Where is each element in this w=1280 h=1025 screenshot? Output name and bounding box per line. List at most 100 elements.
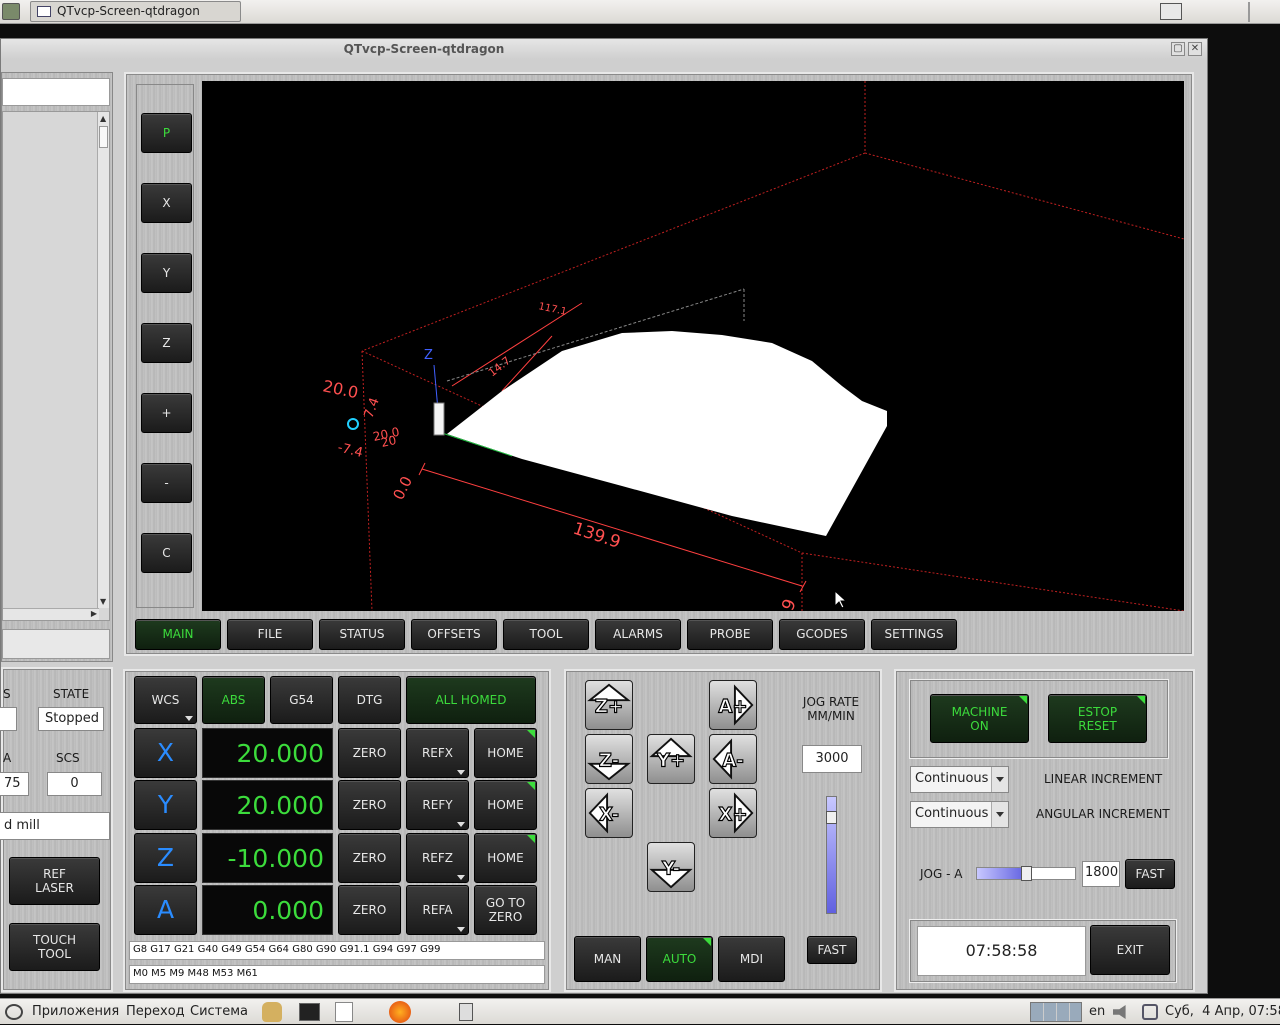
axis-x-button[interactable]: X	[134, 728, 197, 778]
ref-x-button[interactable]: REFX	[406, 728, 469, 778]
menu-logo-icon[interactable]	[5, 1004, 23, 1020]
jog-zp-button[interactable]: Z+	[585, 680, 633, 730]
tab-offsets[interactable]: OFFSETS	[411, 619, 497, 650]
s-field	[0, 707, 17, 731]
ref-y-button[interactable]: REFY	[406, 780, 469, 830]
restore-icon[interactable]: ▢	[1171, 42, 1185, 56]
ref-z-button[interactable]: REFZ	[406, 833, 469, 883]
tab-file[interactable]: FILE	[227, 619, 313, 650]
all-homed-indicator: ALL HOMED	[406, 676, 536, 724]
tab-settings[interactable]: SETTINGS	[871, 619, 957, 650]
zero-x-button[interactable]: ZERO	[338, 728, 401, 778]
jog-a-fast-button[interactable]: FAST	[1125, 859, 1175, 889]
tab-status[interactable]: STATUS	[319, 619, 405, 650]
view-button-0[interactable]: P	[141, 113, 192, 153]
bottom-menu-2[interactable]: Система	[190, 999, 248, 1025]
file-path-field[interactable]	[2, 78, 110, 106]
scroll-thumb[interactable]	[99, 126, 108, 148]
vertical-scrollbar[interactable]: ▲ ▼	[97, 112, 109, 608]
abs-button[interactable]: ABS	[202, 676, 265, 724]
zero-a-button[interactable]: ZERO	[338, 885, 401, 935]
tab-main[interactable]: MAIN	[135, 619, 221, 650]
axis-y-button[interactable]: Y	[134, 780, 197, 830]
exit-button[interactable]: EXIT	[1090, 925, 1170, 975]
show-desktop-icon[interactable]	[1160, 3, 1182, 20]
bottom-menu-0[interactable]: Приложения	[32, 999, 119, 1025]
jog-arrow-icon: X-	[588, 792, 620, 834]
jog-rate-field[interactable]: 3000	[802, 745, 862, 773]
jog-am-button[interactable]: A-	[709, 734, 757, 784]
tab-alarms[interactable]: ALARMS	[595, 619, 681, 650]
firefox-icon[interactable]	[389, 1001, 411, 1023]
home-x-button[interactable]: HOME	[474, 728, 537, 778]
linux-penguin-icon[interactable]	[262, 1002, 282, 1022]
jog-ym-button[interactable]: Y-	[647, 842, 695, 892]
network-icon[interactable]	[1142, 1004, 1158, 1020]
datetime[interactable]: Суб, 4 Апр, 07:58	[1165, 999, 1280, 1025]
view-button-2[interactable]: Y	[141, 253, 192, 293]
scroll-right-arrow[interactable]: ▶	[91, 609, 97, 618]
dropdown-arrow-icon	[991, 802, 1008, 827]
jog-xm-button[interactable]: X-	[585, 788, 633, 838]
home-z-button[interactable]: HOME	[474, 833, 537, 883]
taskbar-window-button[interactable]: QTvcp-Screen-qtdragon	[30, 1, 241, 22]
touch-tool-button[interactable]: TOUCH TOOL	[9, 923, 100, 971]
dro-x-value: 20.000	[202, 728, 333, 778]
text-editor-icon[interactable]	[335, 1002, 353, 1022]
ref-a-button[interactable]: REFA	[406, 885, 469, 935]
axis-z-button[interactable]: Z	[134, 833, 197, 883]
mode-man-button[interactable]: MAN	[574, 936, 641, 982]
view-button-3[interactable]: Z	[141, 323, 192, 363]
workspace-switcher[interactable]	[1030, 1002, 1082, 1022]
tab-tool[interactable]: TOOL	[503, 619, 589, 650]
mode-mdi-button[interactable]: MDI	[718, 936, 785, 982]
zero-y-button[interactable]: ZERO	[338, 780, 401, 830]
jog-a-rate-field[interactable]: 1800	[1082, 861, 1120, 887]
tab-gcodes[interactable]: GCODES	[779, 619, 865, 650]
linear-increment-select[interactable]: Continuous	[910, 766, 1009, 793]
jog-fast-button[interactable]: FAST	[807, 936, 857, 964]
home-a-button[interactable]: GO TO ZERO	[474, 885, 537, 935]
scroll-down-arrow[interactable]: ▼	[100, 597, 106, 606]
angular-increment-select[interactable]: Continuous	[910, 801, 1009, 828]
home-y-button[interactable]: HOME	[474, 780, 537, 830]
keyboard-layout[interactable]: en	[1089, 999, 1105, 1025]
trash-icon[interactable]	[459, 1003, 473, 1021]
jog-ap-button[interactable]: A+	[709, 680, 757, 730]
wcs-button[interactable]: WCS	[134, 676, 197, 724]
gcode-viewer[interactable]: 139.9 139.9 20.0 7.4 -7.4 0.0 Z 117.1 14…	[202, 81, 1184, 611]
jog-rate-slider-handle[interactable]	[826, 811, 837, 824]
horizontal-scrollbar[interactable]: ▶	[3, 608, 99, 620]
view-button-5[interactable]: -	[141, 463, 192, 503]
app-menu-icon[interactable]	[2, 3, 20, 20]
close-icon[interactable]: ✕	[1188, 42, 1202, 56]
jog-yp-button[interactable]: Y+	[647, 734, 695, 784]
jog-rate-slider[interactable]	[826, 796, 837, 914]
dtg-button[interactable]: DTG	[338, 676, 401, 724]
view-button-4[interactable]: +	[141, 393, 192, 433]
jog-a-slider[interactable]	[976, 866, 1076, 881]
file-list[interactable]: ▲ ▼ ▶	[2, 111, 110, 621]
terminal-icon[interactable]	[299, 1003, 320, 1021]
jog-zm-button[interactable]: Z-	[585, 734, 633, 784]
angular-increment-value: Continuous	[915, 806, 989, 821]
jog-xp-button[interactable]: X+	[709, 788, 757, 838]
tab-probe[interactable]: PROBE	[687, 619, 773, 650]
window-titlebar[interactable]: QTvcp-Screen-qtdragon ▢ ✕	[1, 39, 1207, 59]
axis-a-button[interactable]: A	[134, 885, 197, 935]
ref-laser-button[interactable]: REF LASER	[9, 857, 100, 905]
bottom-menu-1[interactable]: Переход	[126, 999, 185, 1025]
active-gcodes: G8 G17 G21 G40 G49 G54 G64 G80 G90 G91.1…	[129, 941, 545, 960]
view-button-1[interactable]: X	[141, 183, 192, 223]
machine-on-button[interactable]: MACHINE ON	[930, 694, 1029, 743]
mode-label: MDI	[739, 952, 764, 966]
volume-icon[interactable]	[1113, 1005, 1126, 1019]
zero-z-button[interactable]: ZERO	[338, 833, 401, 883]
g54-button[interactable]: G54	[270, 676, 333, 724]
mode-auto-button[interactable]: AUTO	[646, 936, 713, 982]
scroll-up-arrow[interactable]: ▲	[100, 114, 106, 123]
estop-reset-button[interactable]: ESTOP RESET	[1048, 694, 1147, 743]
svg-text:Z-: Z-	[599, 751, 619, 772]
view-button-6[interactable]: C	[141, 533, 192, 573]
jog-a-slider-handle[interactable]	[1021, 866, 1032, 881]
